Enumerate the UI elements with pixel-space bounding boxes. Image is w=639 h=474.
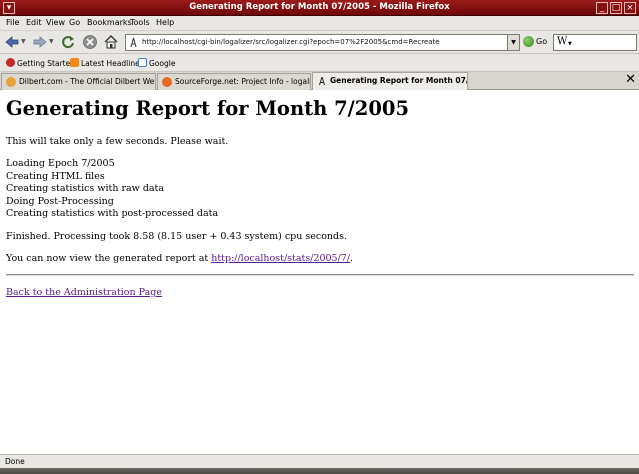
back-link-line: Back to the Administration Page [6, 287, 162, 298]
search-box[interactable]: W ▼ [553, 34, 637, 51]
google-icon [138, 58, 147, 67]
url-bar[interactable]: http://localhost/cgi-bin/logalizer/src/l… [125, 34, 520, 51]
menu-file[interactable]: File [6, 18, 19, 27]
tab-label: Generating Report for Month 07/2005 [330, 76, 468, 85]
go-arrow-icon [523, 36, 534, 47]
window-titlebar: ▾ Generating Report for Month 07/2005 - … [0, 0, 639, 16]
report-link[interactable]: http://localhost/stats/2005/7/ [211, 253, 350, 264]
tab-strip: Dilbert.com - The Official Dilbert Websi… [0, 72, 639, 90]
page-content: Generating Report for Month 7/2005 This … [0, 90, 639, 454]
rss-icon [70, 58, 79, 67]
back-arrow-icon[interactable] [4, 34, 20, 50]
stop-icon[interactable] [82, 34, 98, 50]
close-window-button[interactable]: × [624, 2, 636, 14]
close-tab-icon[interactable]: ✕ [625, 73, 636, 87]
tab-label: Dilbert.com - The Official Dilbert Websi… [19, 77, 155, 86]
forward-history-chevron-icon[interactable]: ▼ [49, 38, 54, 45]
maximize-button[interactable]: □ [610, 2, 622, 14]
url-text[interactable]: http://localhost/cgi-bin/logalizer/src/l… [142, 38, 440, 46]
report-suffix: . [350, 253, 354, 264]
url-history-dropdown-icon[interactable]: ▼ [507, 35, 519, 50]
menu-go[interactable]: Go [69, 18, 80, 27]
bookmark-label: Latest Headlines [81, 59, 144, 68]
navigation-toolbar: ▼ ▼ http://localhost/cgi-bin/logalizer/s… [0, 31, 639, 54]
bookmark-latest-headlines[interactable]: Latest Headlines [70, 58, 144, 68]
report-line: You can now view the generated report at… [6, 253, 353, 264]
menu-help[interactable]: Help [156, 18, 174, 27]
bookmark-label: Getting Started [17, 59, 75, 68]
search-engine-chevron-icon[interactable]: ▼ [568, 41, 572, 47]
menubar: File Edit View Go Bookmarks Tools Help [0, 16, 639, 31]
back-to-admin-link[interactable]: Back to the Administration Page [6, 287, 162, 298]
step-line: Creating HTML files [6, 171, 105, 182]
dilbert-icon [6, 77, 16, 87]
home-icon[interactable] [103, 34, 119, 50]
bookmark-google[interactable]: Google [138, 58, 175, 68]
page-heading: Generating Report for Month 7/2005 [6, 97, 410, 120]
bookmark-getting-started[interactable]: Getting Started [6, 58, 75, 68]
finished-text: Finished. Processing took 8.58 (8.15 use… [6, 231, 348, 242]
step-line: Creating statistics with raw data [6, 183, 165, 194]
bookmark-label: Google [149, 59, 176, 68]
horizontal-divider [6, 274, 634, 276]
reload-icon[interactable] [60, 34, 76, 50]
step-line: Creating statistics with post-processed … [6, 208, 219, 219]
tab-dilbert[interactable]: Dilbert.com - The Official Dilbert Websi… [1, 73, 156, 90]
go-label: Go [536, 37, 548, 46]
desktop-panel-strip [0, 468, 639, 474]
status-text: Done [5, 457, 25, 466]
bookmarks-toolbar: Getting Started Latest Headlines Google [0, 54, 639, 72]
step-line: Loading Epoch 7/2005 [6, 158, 115, 169]
menu-tools[interactable]: Tools [130, 18, 150, 27]
step-line: Doing Post-Processing [6, 196, 114, 207]
report-prefix: You can now view the generated report at [6, 253, 212, 264]
menu-edit[interactable]: Edit [26, 18, 42, 27]
window-title: Generating Report for Month 07/2005 - Mo… [189, 2, 450, 12]
page-icon [130, 37, 137, 48]
go-button[interactable]: Go [523, 36, 551, 50]
menu-view[interactable]: View [46, 18, 65, 27]
minimize-button[interactable]: _ [596, 2, 608, 14]
getting-started-icon [6, 58, 15, 67]
tab-label: SourceForge.net: Project Info - logalize… [175, 77, 311, 86]
status-bar: Done [0, 454, 639, 468]
forward-arrow-icon[interactable] [32, 34, 48, 50]
tab-sourceforge[interactable]: SourceForge.net: Project Info - logalize… [157, 73, 311, 90]
wikipedia-engine-icon[interactable]: W [557, 36, 567, 47]
tab-generating-report[interactable]: Generating Report for Month 07/2005 [312, 72, 468, 90]
back-history-chevron-icon[interactable]: ▼ [21, 38, 26, 45]
intro-text: This will take only a few seconds. Pleas… [6, 136, 229, 147]
menu-bookmarks[interactable]: Bookmarks [87, 18, 132, 27]
tux-icon [319, 76, 325, 86]
sourceforge-icon [162, 77, 172, 87]
